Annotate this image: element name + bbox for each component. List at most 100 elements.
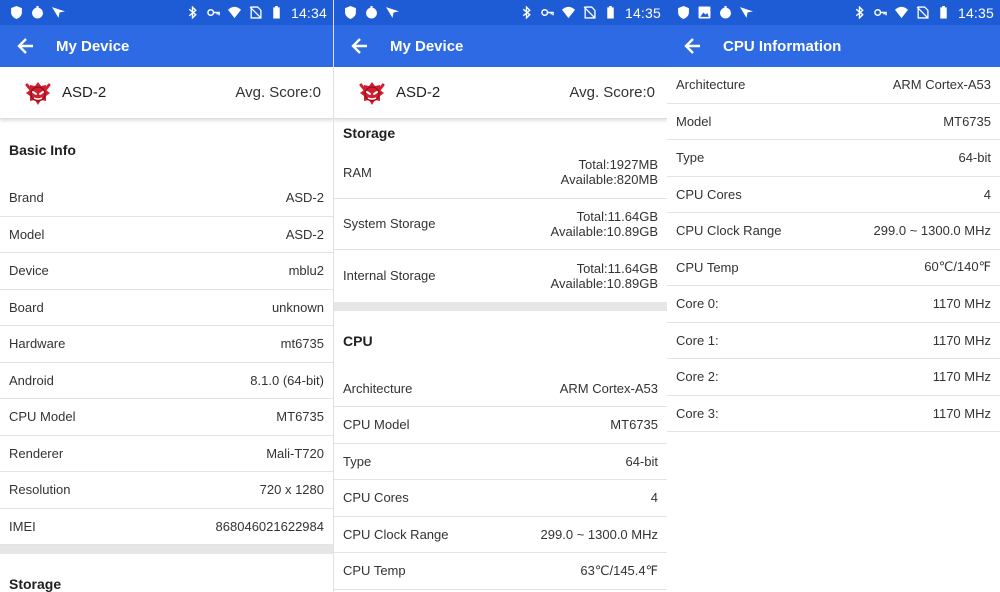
back-arrow-icon[interactable] (350, 36, 370, 56)
screenshot-collage: 14:34 My Device ASD-2 Avg. Score:0 Basic… (0, 0, 1000, 592)
row-value: 60℃/140℉ (924, 259, 991, 275)
row-value: ARM Cortex-A53 (892, 77, 991, 93)
row-label: Model (9, 226, 45, 242)
cpu-list: Architecture ARM Cortex-A53 CPU Model MT67… (334, 371, 667, 590)
shield-icon (678, 6, 689, 19)
section-basic-info: Basic Info (9, 141, 76, 158)
cpu-row-cores[interactable]: CPU Cores 4 (334, 480, 667, 517)
available-value: Available:820MB (560, 172, 658, 188)
cpu-row-core-2[interactable]: Core 2: 1170 MHz (667, 359, 1000, 396)
cpu-row-core-0[interactable]: Core 0: 1170 MHz (667, 286, 1000, 323)
bluetooth-icon (855, 6, 864, 19)
app-bar: My Device (0, 25, 333, 67)
send-icon (52, 7, 65, 18)
row-label: Type (343, 453, 372, 469)
row-value: 720 x 1280 (259, 482, 324, 498)
cpu-row-model[interactable]: CPU Model MT6735 (334, 407, 667, 444)
row-label: Type (676, 150, 705, 166)
row-value: ARM Cortex-A53 (559, 380, 658, 396)
cpu-row-architecture[interactable]: Architecture ARM Cortex-A53 (667, 67, 1000, 104)
row-label: Internal Storage (343, 268, 436, 284)
device-header: ASD-2 Avg. Score:0 (0, 67, 333, 119)
cpu-info-list: Architecture ARM Cortex-A53 Model MT6735 T… (667, 67, 1000, 432)
info-row-resolution[interactable]: Resolution 720 x 1280 (0, 472, 333, 509)
device-name: ASD-2 (62, 84, 107, 101)
info-row-hardware[interactable]: Hardware mt6735 (0, 326, 333, 363)
row-label: CPU Cores (343, 490, 409, 506)
cpu-row-clock-range[interactable]: CPU Clock Range 299.0 ~ 1300.0 MHz (334, 517, 667, 553)
row-label: Hardware (9, 336, 66, 352)
info-row-brand[interactable]: Brand ASD-2 (0, 180, 333, 217)
row-value: 1170 MHz (932, 296, 991, 312)
section-divider (334, 301, 667, 311)
basic-info-list: Brand ASD-2 Model ASD-2 Device mblu2 Board u… (0, 180, 333, 545)
storage-list: RAM Total:1927MB Available:820MB System S… (334, 147, 667, 302)
page-title: My Device (56, 37, 130, 55)
available-value: Available:10.89GB (550, 275, 658, 291)
available-value: Available:10.89GB (550, 223, 658, 239)
info-row-model[interactable]: Model ASD-2 (0, 217, 333, 253)
cpu-row-temp[interactable]: CPU Temp 63℃/145.4℉ (334, 553, 667, 590)
total-value: Total:11.64GB (576, 208, 658, 224)
info-row-imei[interactable]: IMEI 868046021622984 (0, 509, 333, 545)
cpu-row-architecture[interactable]: Architecture ARM Cortex-A53 (334, 371, 667, 407)
cpu-row-type[interactable]: Type 64-bit (334, 444, 667, 480)
row-value: unknown (271, 299, 324, 315)
section-storage: Storage (343, 125, 396, 141)
shield-icon (11, 6, 22, 19)
row-label: Device (9, 263, 49, 279)
row-label: Renderer (9, 445, 64, 461)
info-row-renderer[interactable]: Renderer Mali-T720 (0, 436, 333, 472)
screen-my-device-storage: 14:35 My Device ASD-2 Avg. Score:0 Stora… (334, 0, 667, 592)
row-value: Total:1927MB Available:820MB (561, 157, 658, 187)
antutu-logo-icon (359, 81, 385, 105)
section-storage: Storage (9, 576, 62, 592)
row-value: mblu2 (288, 263, 324, 279)
row-label: Architecture (676, 77, 746, 93)
cpu-row-clock-range[interactable]: CPU Clock Range 299.0 ~ 1300.0 MHz (667, 213, 1000, 250)
cpu-row-temp[interactable]: CPU Temp 60℃/140℉ (667, 250, 1000, 286)
storage-row-system[interactable]: System Storage Total:11.64GB Available:10… (334, 199, 667, 250)
row-value: ASD-2 (285, 190, 324, 206)
circle-icon (366, 6, 377, 19)
row-value: Total:11.64GB Available:10.89GB (551, 261, 658, 291)
row-label: Board (9, 299, 44, 315)
status-bar: 14:35 (667, 0, 1000, 25)
back-arrow-icon[interactable] (16, 36, 36, 56)
circle-icon (32, 6, 43, 19)
storage-row-ram[interactable]: RAM Total:1927MB Available:820MB (334, 147, 667, 199)
back-arrow-icon[interactable] (683, 36, 703, 56)
section-divider (0, 545, 333, 554)
storage-row-internal[interactable]: Internal Storage Total:11.64GB Available:… (334, 250, 667, 302)
total-value: Total:1927MB (578, 157, 659, 173)
cpu-row-cores[interactable]: CPU Cores 4 (667, 177, 1000, 213)
row-label: CPU Temp (676, 259, 739, 275)
row-value: MT6735 (276, 409, 324, 425)
info-row-android[interactable]: Android 8.1.0 (64-bit) (0, 363, 333, 399)
row-label: RAM (343, 164, 372, 180)
shield-icon (345, 6, 356, 19)
row-value: Total:11.64GB Available:10.89GB (551, 209, 658, 239)
clock: 14:35 (624, 4, 661, 21)
cpu-row-core-3[interactable]: Core 3: 1170 MHz (667, 396, 1000, 432)
send-icon (386, 7, 399, 18)
row-label: CPU Model (9, 409, 76, 425)
row-value: 64-bit (958, 150, 991, 166)
wifi-icon (894, 6, 908, 19)
info-row-board[interactable]: Board unknown (0, 290, 333, 326)
send-icon (740, 7, 753, 18)
row-label: Brand (9, 190, 44, 206)
cpu-row-model[interactable]: Model MT6735 (667, 104, 1000, 140)
cpu-row-type[interactable]: Type 64-bit (667, 140, 1000, 177)
no-sim-icon (916, 6, 929, 19)
screen-cpu-information: 14:35 CPU Information Architecture ARM Co… (667, 0, 1000, 592)
image-icon (698, 6, 711, 19)
info-row-cpu-model[interactable]: CPU Model MT6735 (0, 399, 333, 436)
info-row-device[interactable]: Device mblu2 (0, 253, 333, 290)
row-value: 4 (983, 186, 991, 202)
bluetooth-icon (522, 6, 531, 19)
row-value: 8.1.0 (64-bit) (250, 372, 324, 388)
cpu-row-core-1[interactable]: Core 1: 1170 MHz (667, 323, 1000, 359)
battery-icon (607, 6, 614, 19)
screen-my-device-basic: 14:34 My Device ASD-2 Avg. Score:0 Basic… (0, 0, 333, 592)
